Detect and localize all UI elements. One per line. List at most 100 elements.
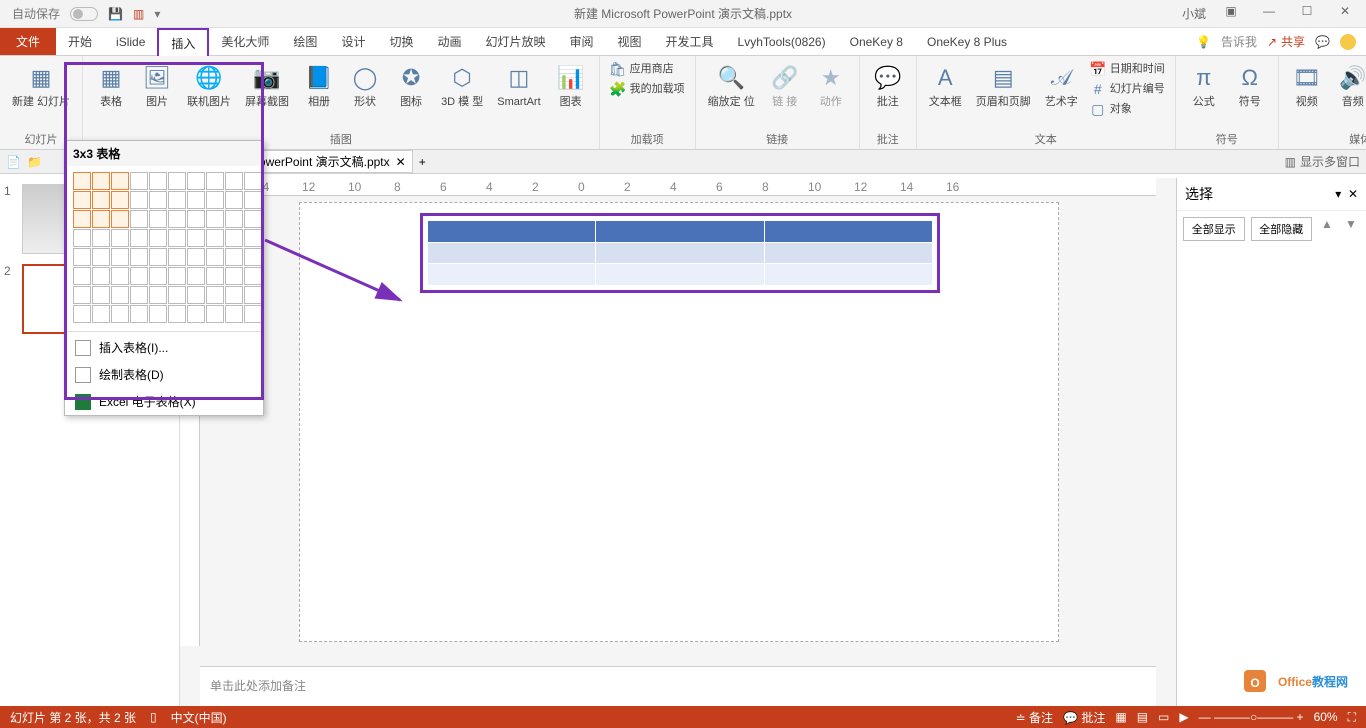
tab-transitions[interactable]: 切换 [377,28,425,55]
tab-home[interactable]: 开始 [56,28,104,55]
video-button[interactable]: 🎞视频 [1285,60,1329,111]
symbol-button[interactable]: Ω符号 [1228,60,1272,111]
file-icon[interactable]: 📄 [6,155,21,169]
headerfooter-button[interactable]: ▤页眉和页脚 [970,60,1037,111]
link-button[interactable]: 🔗链 接 [763,60,807,111]
tab-draw[interactable]: 绘图 [281,28,329,55]
online-picture-button[interactable]: 🌐联机图片 [181,60,237,111]
tab-review[interactable]: 审阅 [558,28,606,55]
language[interactable]: 中文(中国) [171,709,227,726]
datetime-button[interactable]: 📅日期和时间 [1086,60,1169,78]
tab-view[interactable]: 视图 [606,28,654,55]
ruler-horizontal: 1614121086420246810121416 [200,178,1156,196]
minimize-icon[interactable]: — [1256,4,1282,24]
tab-design[interactable]: 设计 [329,28,377,55]
comment-button[interactable]: 💬批注 [866,60,910,111]
draw-table-item[interactable]: 绘制表格(D) [65,361,263,388]
excel-icon [75,394,91,410]
svg-text:O: O [1250,676,1259,690]
group-media: 媒体 [1349,131,1366,147]
tab-devtools[interactable]: 开发工具 [654,28,726,55]
qat-dropdown-icon[interactable]: ▾ [154,7,160,21]
notes-status-button[interactable]: ≐ 备注 [1016,709,1053,726]
tab-onekey8plus[interactable]: OneKey 8 Plus [915,28,1019,55]
icons-button[interactable]: ✪图标 [389,60,433,111]
tab-beautify[interactable]: 美化大师 [209,28,281,55]
textbox-button[interactable]: A文本框 [923,60,968,111]
tab-onekey8[interactable]: OneKey 8 [838,28,915,55]
insert-table-item[interactable]: 插入表格(I)... [65,334,263,361]
autosave-label: 自动保存 [12,5,60,22]
draw-table-icon [75,367,91,383]
save-icon[interactable]: 💾 [108,7,123,21]
pane-dropdown-icon[interactable]: ▾ [1335,187,1341,201]
move-down-icon[interactable]: ▼ [1342,217,1360,241]
tellme[interactable]: 告诉我 [1221,33,1257,50]
thumb-number: 1 [4,184,18,198]
view-normal-icon[interactable]: ▦ [1115,710,1126,724]
view-slideshow-icon[interactable]: ▶ [1179,710,1188,724]
tab-insert[interactable]: 插入 [157,28,209,56]
move-up-icon[interactable]: ▲ [1318,217,1336,241]
wordart-button[interactable]: 𝒜艺术字 [1039,60,1084,111]
editor-area: 1614121086420246810121416 单击此处添加备注 [180,178,1176,706]
zoom-button[interactable]: 🔍缩放定 位 [702,60,761,111]
shapes-button[interactable]: ◯形状 [343,60,387,111]
folder-icon[interactable]: 📁 [27,155,42,169]
myaddins-button[interactable]: 🧩我的加载项 [606,80,689,98]
group-symbols: 符号 [1216,131,1238,147]
chart-button[interactable]: 📊图表 [549,60,593,111]
autosave-toggle[interactable] [70,7,98,21]
new-slide-button[interactable]: ▦新建 幻灯片 [6,60,76,111]
new-tab-icon[interactable]: + [419,155,426,169]
smartart-button[interactable]: ◫SmartArt [491,60,546,111]
excel-sheet-item[interactable]: Excel 电子表格(X) [65,388,263,415]
bulb-icon: 💡 [1196,35,1211,49]
maximize-icon[interactable]: ☐ [1294,4,1320,24]
object-button[interactable]: ▢对象 [1086,100,1136,118]
tab-slideshow[interactable]: 幻灯片放映 [473,28,557,55]
inserted-table[interactable] [420,213,940,293]
username[interactable]: 小斌 [1182,5,1206,22]
3dmodel-button[interactable]: ⬡3D 模 型 [435,60,489,111]
view-reading-icon[interactable]: ▭ [1158,710,1169,724]
equation-button[interactable]: π公式 [1182,60,1226,111]
table-grid-picker[interactable] [65,166,263,329]
tab-lvyhtools[interactable]: LvyhTools(0826) [726,28,838,55]
notes-placeholder[interactable]: 单击此处添加备注 [200,666,1156,706]
store-button[interactable]: 🛍应用商店 [606,60,678,78]
pane-close-icon[interactable]: ✕ [1348,187,1358,201]
qat-icon[interactable]: ▥ [133,7,144,21]
group-addins: 加载项 [631,131,664,147]
tab-islide[interactable]: iSlide [104,28,157,55]
ribbon-options-icon[interactable]: ▣ [1218,4,1244,24]
spellcheck-icon[interactable]: ▯ [150,710,157,724]
tab-file[interactable]: 文件 [0,28,56,55]
share-button[interactable]: ↗ 共享 [1267,33,1305,50]
multiview-label[interactable]: 显示多窗口 [1300,153,1360,170]
insert-table-icon [75,340,91,356]
comments-status-button[interactable]: 💬 批注 [1063,709,1105,726]
show-all-button[interactable]: 全部显示 [1183,217,1245,241]
emoji-icon[interactable] [1340,34,1356,50]
group-text: 文本 [1035,131,1057,147]
multiview-icon[interactable]: ▥ [1285,155,1296,169]
audio-button[interactable]: 🔊音频 [1331,60,1366,111]
document-tab[interactable]: PowerPoint 演示文稿.pptx ✕ [244,150,413,173]
album-button[interactable]: 📘相册 [297,60,341,111]
screenshot-button[interactable]: 📷屏幕截图 [239,60,295,111]
picture-button[interactable]: 🖼图片 [135,60,179,111]
table-button[interactable]: ▦表格 [89,60,133,111]
group-links: 链接 [766,131,788,147]
tab-animations[interactable]: 动画 [425,28,473,55]
hide-all-button[interactable]: 全部隐藏 [1251,217,1313,241]
zoom-value[interactable]: 60% [1314,710,1338,724]
view-sorter-icon[interactable]: ▤ [1137,710,1148,724]
slide-canvas[interactable] [299,202,1059,642]
fit-icon[interactable]: ⛶ [1348,710,1356,725]
slidenum-button[interactable]: #幻灯片编号 [1086,80,1169,98]
close-tab-icon[interactable]: ✕ [396,155,406,169]
close-icon[interactable]: ✕ [1332,4,1358,24]
comments-bubble-icon[interactable]: 💬 [1315,35,1330,49]
action-button[interactable]: ★动作 [809,60,853,111]
